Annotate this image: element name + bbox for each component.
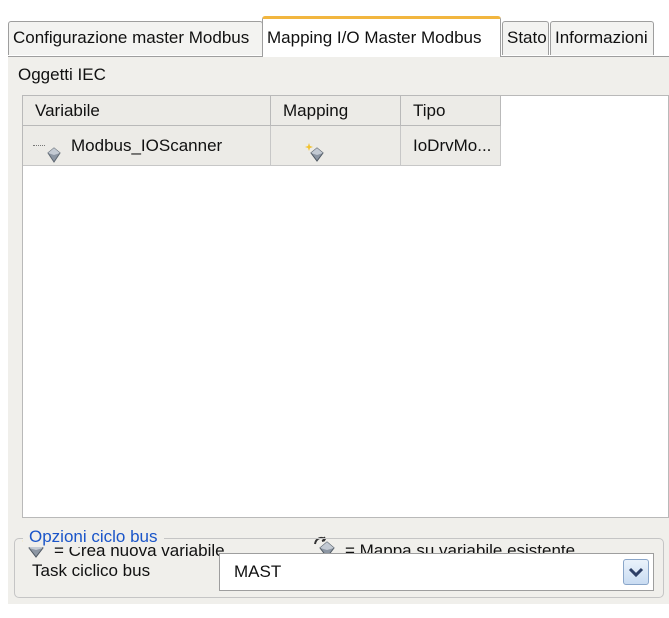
create-variable-icon: [305, 137, 325, 177]
section-title: Oggetti IEC: [18, 65, 106, 84]
mapping-cell[interactable]: [271, 126, 401, 166]
tab-mapping-io[interactable]: Mapping I/O Master Modbus: [262, 16, 501, 57]
mapping-panel: Oggetti IEC Variabile Mapping Tipo Modbu…: [8, 57, 669, 604]
variable-name: Modbus_IOScanner: [71, 136, 223, 155]
task-select-value: MAST: [234, 562, 282, 581]
tab-configurazione-master[interactable]: Configurazione master Modbus: [8, 21, 263, 55]
tree-connector: [33, 145, 45, 146]
tab-bar: Configurazione master Modbus Mapping I/O…: [8, 14, 669, 57]
task-label: Task ciclico bus: [32, 561, 151, 580]
device-icon: [46, 138, 62, 178]
tab-informazioni[interactable]: Informazioni: [550, 21, 654, 55]
bus-cycle-options-group: Opzioni ciclo bus Task ciclico bus MAST: [14, 527, 664, 598]
chevron-down-icon[interactable]: [623, 559, 649, 585]
column-header-variabile[interactable]: Variabile: [23, 96, 271, 126]
task-select[interactable]: MAST: [219, 553, 654, 591]
type-cell: IoDrvMo...: [401, 126, 501, 166]
variable-cell[interactable]: Modbus_IOScanner: [23, 126, 271, 166]
group-title: Opzioni ciclo bus: [23, 527, 164, 547]
iec-objects-table: Variabile Mapping Tipo Modbus_IOScanner: [22, 95, 669, 518]
tab-stato[interactable]: Stato: [502, 21, 549, 55]
column-header-tipo[interactable]: Tipo: [401, 96, 501, 126]
column-header-mapping[interactable]: Mapping: [271, 96, 401, 126]
